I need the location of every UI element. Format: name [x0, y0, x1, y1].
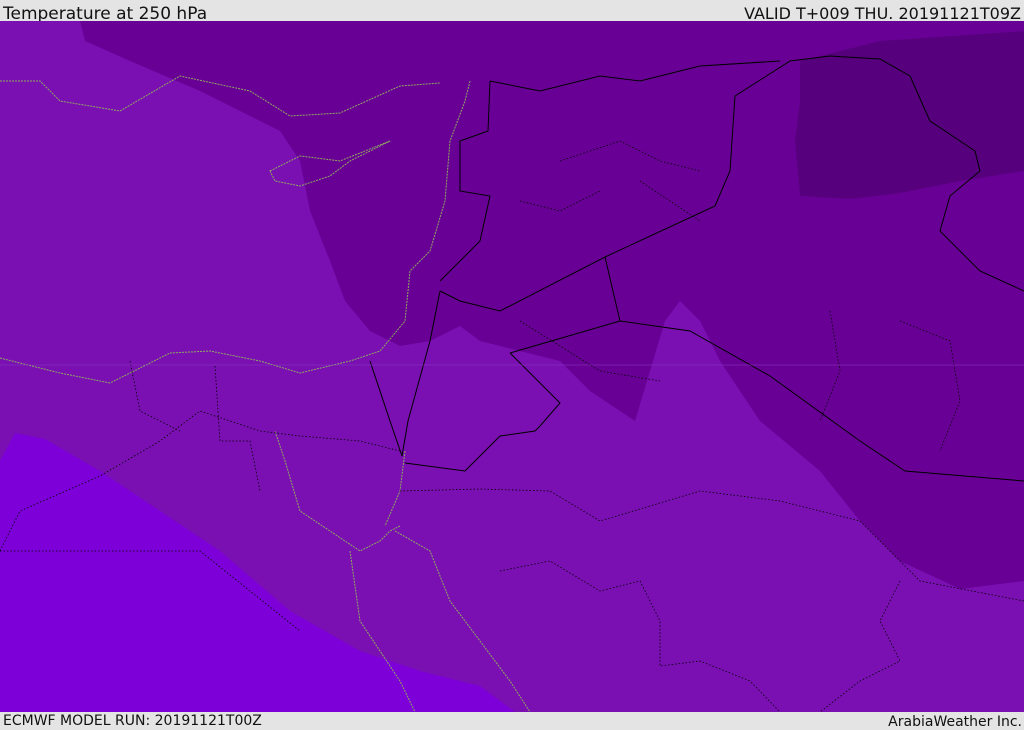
brand-credit: ArabiaWeather Inc. — [888, 714, 1022, 730]
temperature-map — [0, 21, 1024, 712]
model-run: ECMWF MODEL RUN: 20191121T00Z — [3, 713, 262, 729]
